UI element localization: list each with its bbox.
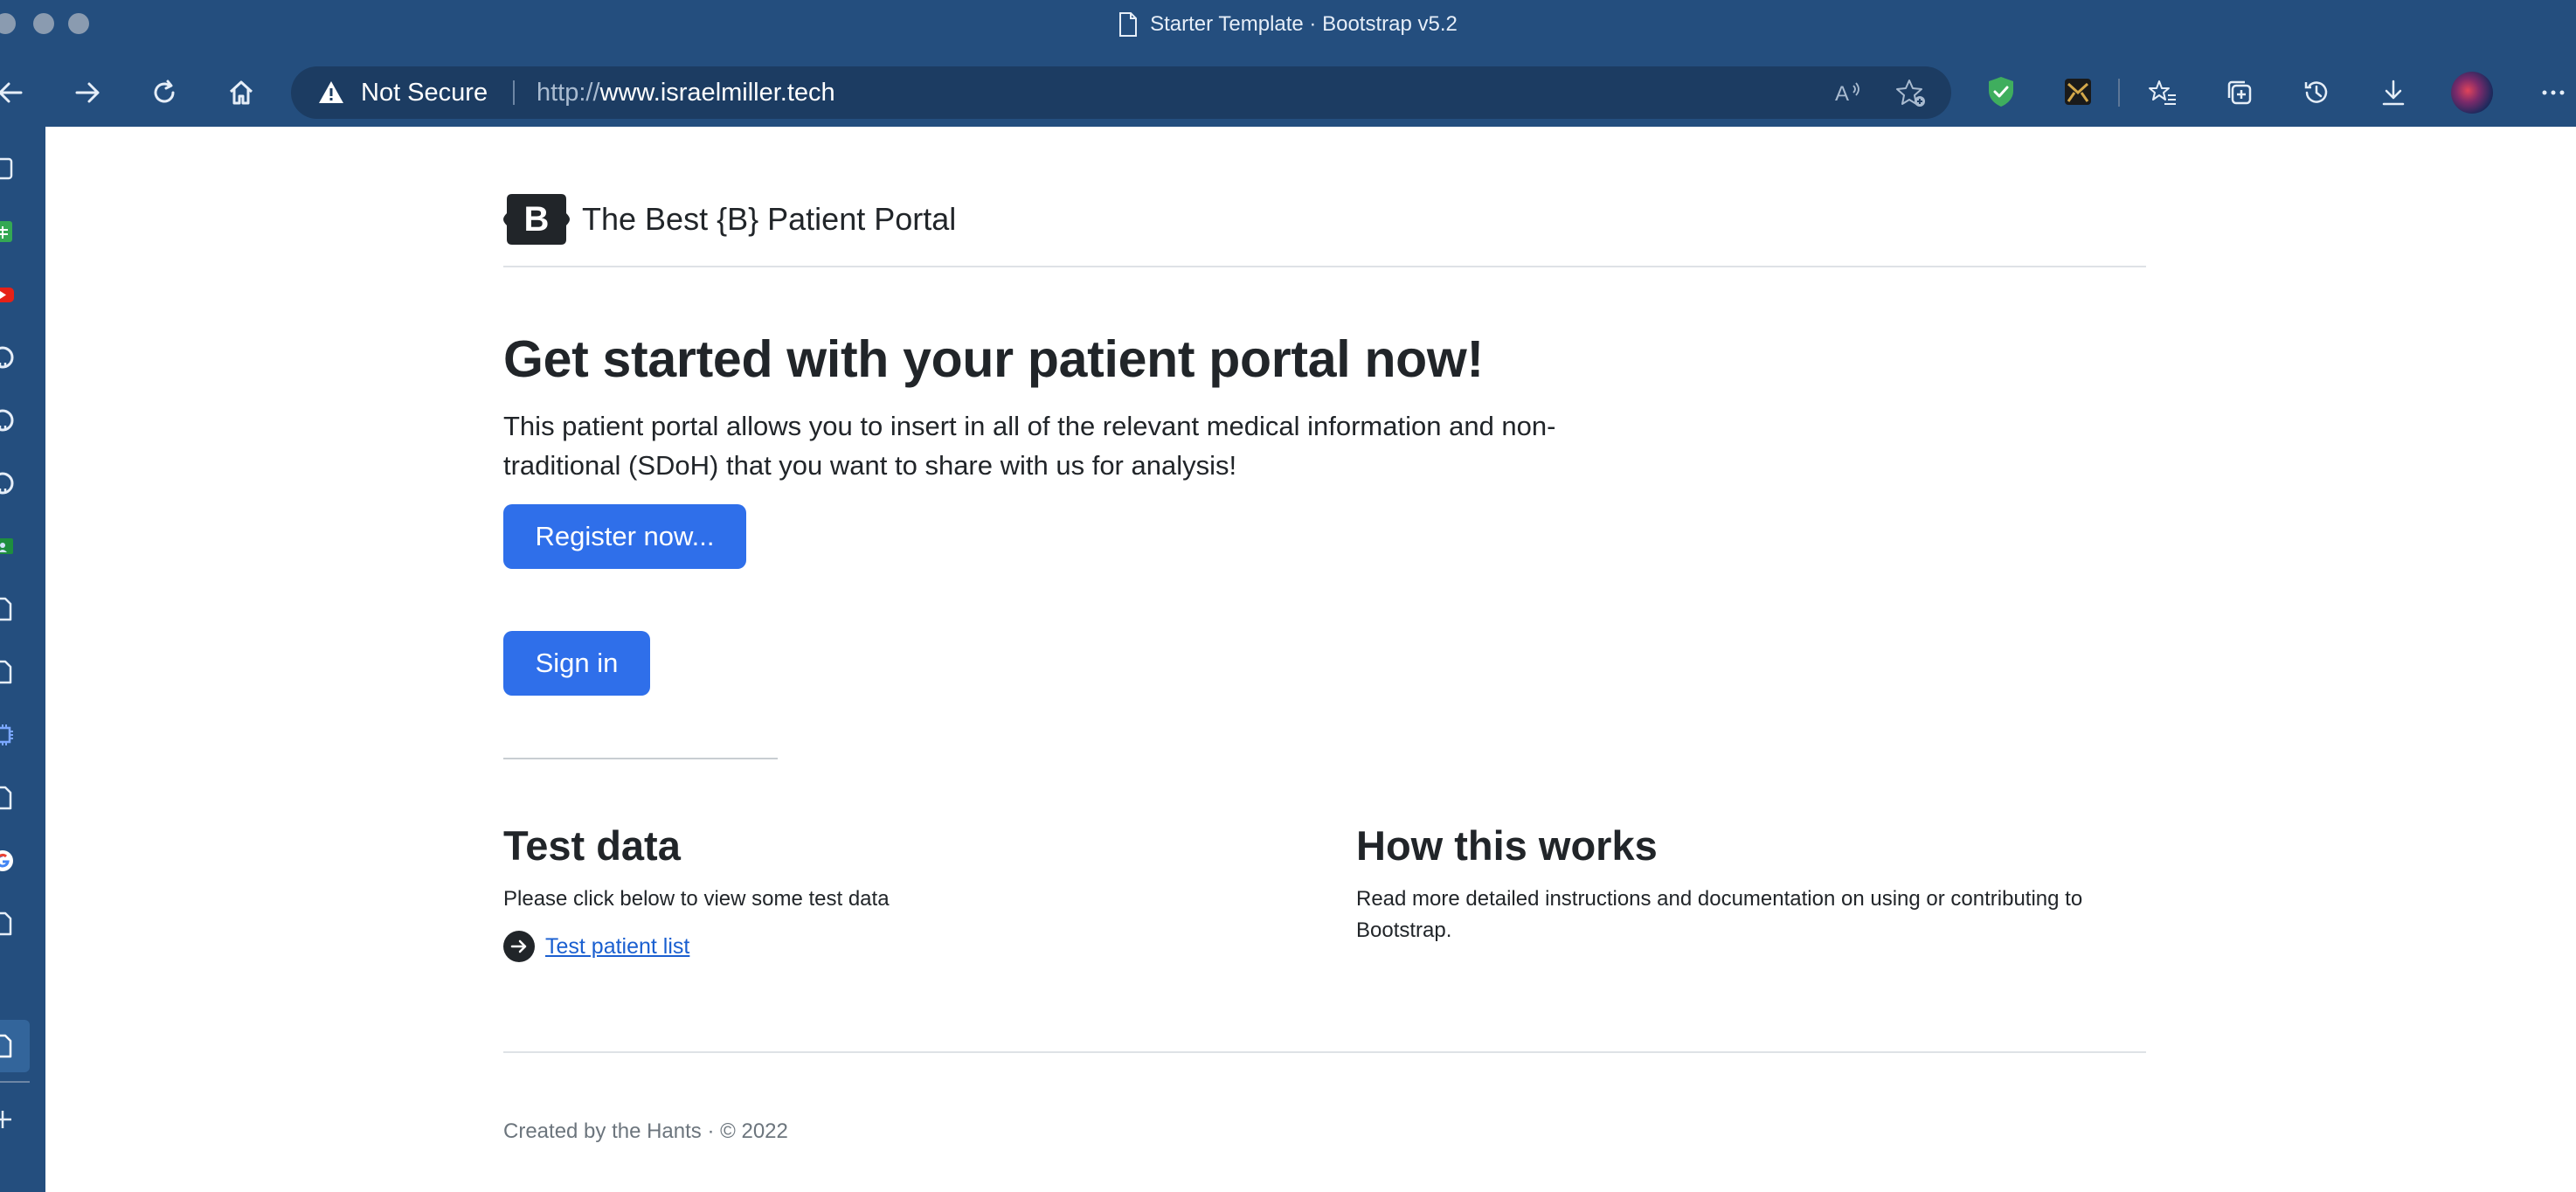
sidebar-tab-1[interactable] xyxy=(0,151,26,186)
window-title-text: Starter Template · Bootstrap v5.2 xyxy=(1150,12,1458,36)
sidebar-tab-7[interactable] xyxy=(0,529,26,564)
sidebar-tab-11[interactable] xyxy=(0,780,26,815)
browser-toolbar: Not Secure http://www.israelmiller.tech … xyxy=(0,63,2576,122)
downloads-icon xyxy=(2382,80,2405,106)
sidebar-tab-8[interactable] xyxy=(0,592,26,627)
vertical-tab-sidebar xyxy=(0,127,45,1192)
sidebar-divider xyxy=(0,1081,30,1083)
back-icon xyxy=(0,82,23,103)
plus-icon xyxy=(0,1111,11,1128)
page-title: Get started with your patient portal now… xyxy=(503,330,1484,388)
add-favorite-icon[interactable] xyxy=(1895,77,1927,108)
test-data-heading: Test data xyxy=(503,822,681,869)
test-patient-link-text[interactable]: Test patient list xyxy=(545,934,689,960)
chip-icon xyxy=(0,724,13,745)
refresh-button[interactable] xyxy=(140,68,189,117)
url-protocol: http:// xyxy=(537,79,600,107)
sign-in-button[interactable]: Sign in xyxy=(503,631,650,696)
brand-link[interactable]: B The Best {B} Patient Portal xyxy=(503,190,956,249)
page-icon xyxy=(0,597,12,621)
page-icon xyxy=(0,786,12,810)
collections-button[interactable] xyxy=(2215,68,2264,117)
forward-icon xyxy=(75,82,100,103)
sidebar-tab-4[interactable] xyxy=(0,340,26,375)
history-icon xyxy=(2304,81,2328,103)
read-aloud-icon[interactable]: A xyxy=(1832,77,1864,108)
security-status[interactable]: Not Secure xyxy=(361,66,488,119)
shield-extension-icon[interactable] xyxy=(1985,75,2017,108)
register-button[interactable]: Register now... xyxy=(503,504,746,569)
extension-icon[interactable] xyxy=(2062,75,2094,108)
more-icon xyxy=(2542,90,2565,95)
favorites-icon xyxy=(2149,80,2176,105)
address-bar[interactable]: Not Secure http://www.israelmiller.tech … xyxy=(291,66,1951,119)
title-bar: Starter Template · Bootstrap v5.2 xyxy=(0,0,2576,49)
brand-name: The Best {B} Patient Portal xyxy=(582,201,957,237)
page-icon xyxy=(0,1034,12,1058)
new-tab-button[interactable] xyxy=(0,1102,26,1137)
test-patient-link[interactable]: Test patient list xyxy=(503,931,689,962)
page-icon xyxy=(0,911,12,936)
forward-button[interactable] xyxy=(63,68,112,117)
test-data-text: Please click below to view some test dat… xyxy=(503,887,890,911)
arrow-right-circle-icon xyxy=(503,931,535,962)
github-icon xyxy=(0,346,14,369)
back-button[interactable] xyxy=(0,68,35,117)
address-divider xyxy=(513,80,515,105)
refresh-icon xyxy=(154,80,175,103)
footer-text: Created by the Hants · © 2022 xyxy=(503,1119,788,1143)
collections-icon xyxy=(2227,80,2252,105)
url-host: www.israelmiller.tech xyxy=(599,79,835,107)
header-divider xyxy=(503,266,2146,267)
home-button[interactable] xyxy=(217,68,266,117)
more-menu-button[interactable] xyxy=(2529,68,2576,117)
brand-logo-letter: B xyxy=(523,199,550,239)
github-icon xyxy=(0,472,14,495)
google-icon xyxy=(0,850,13,871)
home-icon xyxy=(229,80,253,105)
sidebar-tab-6[interactable] xyxy=(0,466,26,501)
sidebar-tab-9[interactable] xyxy=(0,655,26,690)
sidebar-tab-5[interactable] xyxy=(0,403,26,438)
sidebar-tab-13[interactable] xyxy=(0,906,26,941)
document-icon xyxy=(1119,12,1138,37)
github-icon xyxy=(0,409,14,432)
sidebar-tab-active[interactable] xyxy=(0,1029,26,1064)
warning-icon[interactable] xyxy=(317,79,345,107)
downloads-button[interactable] xyxy=(2369,68,2418,117)
page-icon xyxy=(0,157,13,180)
how-it-works-text: Read more detailed instructions and docu… xyxy=(1356,887,2083,942)
url-text[interactable]: http://www.israelmiller.tech xyxy=(537,66,835,119)
sidebar-tab-10[interactable] xyxy=(0,717,26,752)
lead-paragraph: This patient portal allows you to insert… xyxy=(503,411,1556,481)
svg-text:A: A xyxy=(1835,82,1849,106)
youtube-icon xyxy=(0,288,14,302)
how-it-works-section: How this works Read more detailed instru… xyxy=(1356,821,2143,946)
sheets-icon xyxy=(0,221,12,242)
footer-divider xyxy=(503,1051,2146,1053)
toolbar-separator xyxy=(2118,79,2120,107)
web-page: B The Best {B} Patient Portal Get starte… xyxy=(45,127,2576,1192)
classroom-icon xyxy=(0,538,13,554)
how-it-works-heading: How this works xyxy=(1356,822,1658,869)
section-divider xyxy=(503,758,778,759)
page-icon xyxy=(0,660,12,684)
sidebar-tab-2[interactable] xyxy=(0,214,26,249)
profile-avatar[interactable] xyxy=(2451,72,2493,114)
sidebar-tab-12[interactable] xyxy=(0,843,26,878)
test-data-section: Test data Please click below to view som… xyxy=(503,821,1290,915)
window-title: Starter Template · Bootstrap v5.2 xyxy=(0,0,2576,49)
browser-chrome: Starter Template · Bootstrap v5.2 Not Se… xyxy=(0,0,2576,127)
favorites-button[interactable] xyxy=(2138,68,2187,117)
history-button[interactable] xyxy=(2292,68,2341,117)
sidebar-tab-3[interactable] xyxy=(0,277,26,312)
